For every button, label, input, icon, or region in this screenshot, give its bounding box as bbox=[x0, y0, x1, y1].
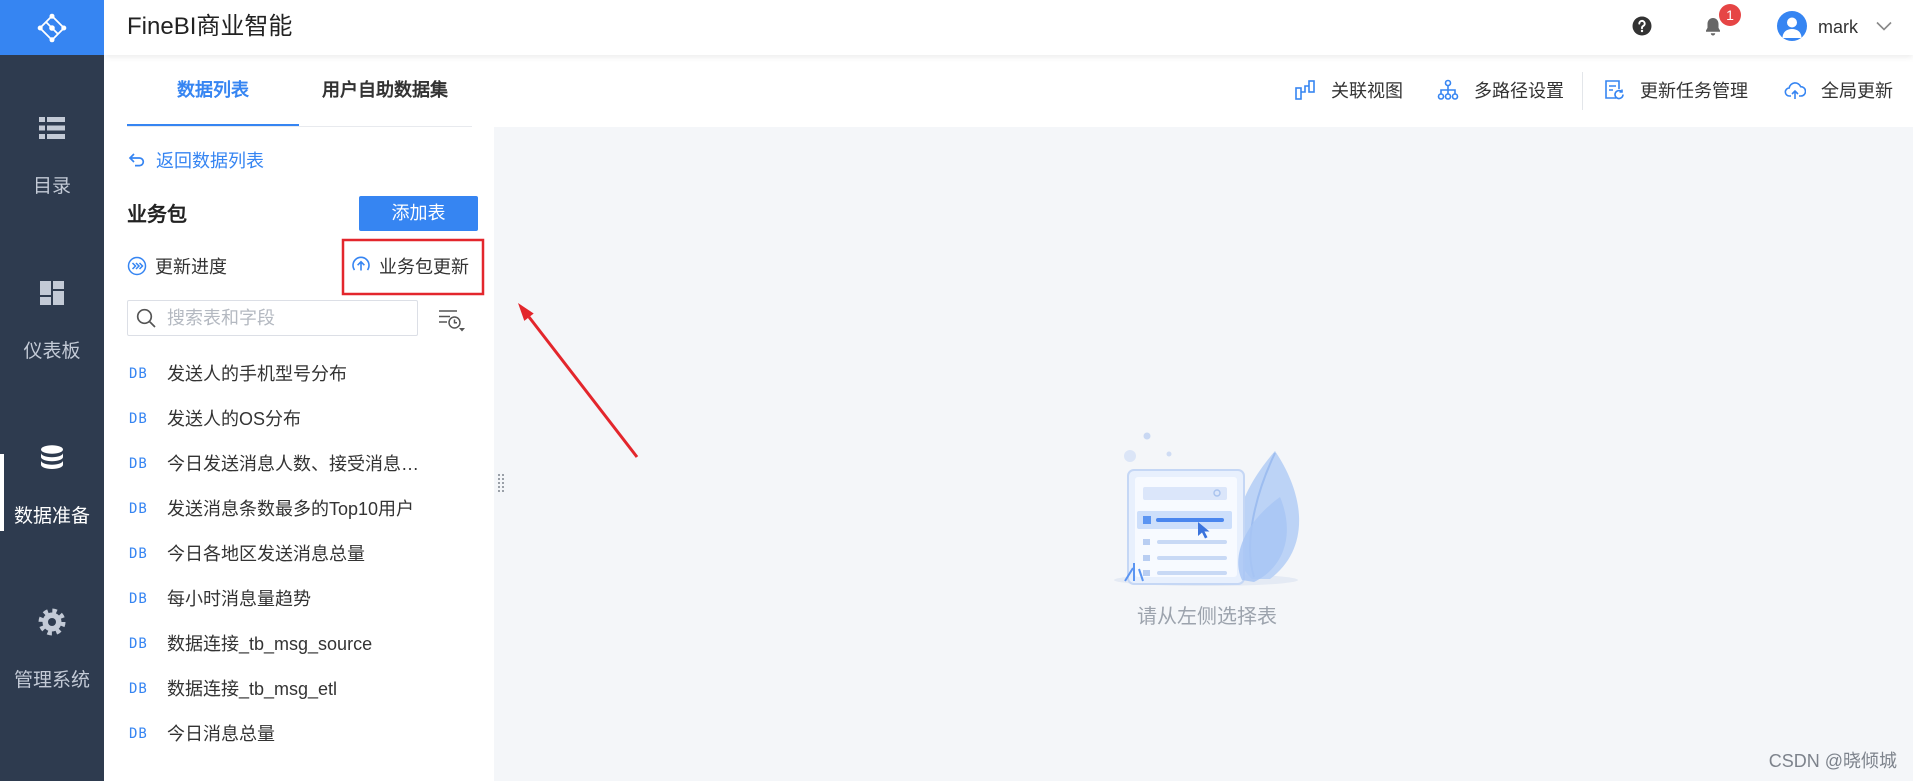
update-progress-label: 更新进度 bbox=[155, 257, 227, 277]
dashboard-icon bbox=[37, 278, 67, 308]
relation-view-icon bbox=[1294, 79, 1316, 101]
table-row[interactable]: DB 今日各地区发送消息总量 bbox=[127, 532, 482, 577]
table-row[interactable]: DB 数据连接_tb_msg_etl bbox=[127, 667, 482, 712]
back-link-label: 返回数据列表 bbox=[156, 151, 264, 171]
sidebar-item-data-prep[interactable]: 数据准备 bbox=[0, 433, 104, 553]
gear-icon bbox=[37, 607, 67, 637]
business-package-title: 业务包 bbox=[127, 204, 187, 226]
db-table-icon: DB bbox=[129, 591, 148, 607]
search-input[interactable] bbox=[167, 305, 407, 331]
db-table-icon: DB bbox=[129, 636, 148, 652]
tab-label: 数据列表 bbox=[177, 80, 249, 100]
package-update-label: 业务包更新 bbox=[379, 257, 469, 277]
relation-view-label: 关联视图 bbox=[1331, 81, 1403, 101]
illustration-card bbox=[1127, 469, 1245, 585]
illustration-dots bbox=[1124, 432, 1172, 462]
sidebar-item-admin[interactable]: 管理系统 bbox=[0, 597, 104, 717]
table-row[interactable]: DB 数据连接_tb_msg_source bbox=[127, 622, 482, 667]
table-row[interactable]: DB 发送人的OS分布 bbox=[127, 397, 482, 442]
table-name: 发送人的手机型号分布 bbox=[167, 364, 347, 384]
table-row[interactable]: DB 发送人的手机型号分布 bbox=[127, 352, 482, 397]
db-table-icon: DB bbox=[129, 681, 148, 697]
table-name: 今日各地区发送消息总量 bbox=[167, 544, 365, 564]
table-name: 今日发送消息人数、接受消息… bbox=[167, 454, 419, 474]
empty-state-message: 请从左侧选择表 bbox=[1137, 606, 1277, 628]
db-table-icon: DB bbox=[129, 546, 148, 562]
search-icon bbox=[136, 308, 156, 328]
avatar[interactable] bbox=[1777, 11, 1807, 41]
table-name: 发送人的OS分布 bbox=[167, 409, 302, 429]
multi-path-settings-button[interactable]: 多路径设置 bbox=[1437, 78, 1564, 102]
database-icon bbox=[37, 443, 67, 473]
cloud-refresh-icon bbox=[1784, 79, 1806, 101]
table-name: 数据连接_tb_msg_source bbox=[167, 634, 373, 654]
table-name: 数据连接_tb_msg_etl bbox=[167, 679, 338, 699]
top-header: FineBI商业智能 1 mark bbox=[104, 0, 1913, 55]
watermark: CSDN @晓倾城 bbox=[1768, 751, 1897, 771]
filter-history-icon[interactable] bbox=[437, 307, 465, 333]
user-icon bbox=[1782, 17, 1802, 38]
table-list: DB 发送人的手机型号分布 DB 发送人的OS分布 DB 今日发送消息人数、接受… bbox=[127, 352, 482, 757]
table-name: 每小时消息量趋势 bbox=[167, 589, 311, 609]
panel-resize-handle[interactable] bbox=[498, 474, 504, 492]
notification-count-badge: 1 bbox=[1719, 4, 1741, 26]
back-arrow-icon bbox=[128, 151, 146, 169]
update-progress-button[interactable]: 更新进度 bbox=[127, 254, 227, 278]
back-to-data-list-link[interactable]: 返回数据列表 bbox=[128, 148, 264, 172]
sidebar-item-label: 目录 bbox=[32, 176, 71, 197]
tab-label: 用户自助数据集 bbox=[322, 80, 448, 100]
table-row[interactable]: DB 今日消息总量 bbox=[127, 712, 482, 757]
list-icon bbox=[37, 113, 67, 143]
tab-data-list[interactable]: 数据列表 bbox=[127, 55, 299, 127]
upload-circle-icon bbox=[351, 256, 371, 276]
sidebar: 目录 仪表板 数据准备 管理系统 bbox=[0, 0, 104, 781]
empty-table-illustration bbox=[1114, 432, 1300, 586]
app-title: FineBI商业智能 bbox=[127, 13, 293, 40]
tab-divider bbox=[127, 126, 472, 127]
finebi-logo-icon bbox=[37, 13, 67, 42]
db-table-icon: DB bbox=[129, 456, 148, 472]
db-table-icon: DB bbox=[129, 726, 148, 742]
sidebar-item-catalog[interactable]: 目录 bbox=[0, 103, 104, 223]
global-update-label: 全局更新 bbox=[1821, 81, 1893, 101]
update-task-manage-label: 更新任务管理 bbox=[1640, 81, 1748, 101]
multi-path-icon bbox=[1437, 79, 1459, 101]
sidebar-item-dashboard[interactable]: 仪表板 bbox=[0, 268, 104, 388]
update-task-manage-button[interactable]: 更新任务管理 bbox=[1603, 78, 1748, 102]
add-table-button[interactable]: 添加表 bbox=[359, 196, 478, 231]
tab-self-service-dataset[interactable]: 用户自助数据集 bbox=[299, 55, 471, 127]
progress-icon bbox=[127, 256, 147, 276]
table-name: 今日消息总量 bbox=[167, 724, 275, 744]
table-row[interactable]: DB 每小时消息量趋势 bbox=[127, 577, 482, 622]
app-logo[interactable] bbox=[0, 0, 104, 55]
package-update-button[interactable]: 业务包更新 bbox=[351, 254, 469, 278]
table-name: 发送消息条数最多的Top10用户 bbox=[167, 499, 415, 519]
db-table-icon: DB bbox=[129, 411, 148, 427]
sidebar-item-label: 管理系统 bbox=[13, 670, 90, 691]
table-row[interactable]: DB 发送消息条数最多的Top10用户 bbox=[127, 487, 482, 532]
sidebar-item-label: 数据准备 bbox=[13, 506, 90, 527]
table-row[interactable]: DB 今日发送消息人数、接受消息… bbox=[127, 442, 482, 487]
db-table-icon: DB bbox=[129, 366, 148, 382]
relation-view-button[interactable]: 关联视图 bbox=[1294, 78, 1403, 102]
search-box bbox=[127, 300, 418, 336]
sidebar-item-label: 仪表板 bbox=[23, 341, 81, 362]
task-manage-icon bbox=[1603, 79, 1625, 101]
chevron-down-icon[interactable] bbox=[1876, 21, 1892, 31]
multi-path-settings-label: 多路径设置 bbox=[1474, 81, 1564, 101]
user-name[interactable]: mark bbox=[1818, 15, 1858, 39]
global-update-button[interactable]: 全局更新 bbox=[1784, 78, 1893, 102]
db-table-icon: DB bbox=[129, 501, 148, 517]
toolbar-separator bbox=[1582, 72, 1583, 110]
help-icon[interactable] bbox=[1632, 16, 1652, 36]
